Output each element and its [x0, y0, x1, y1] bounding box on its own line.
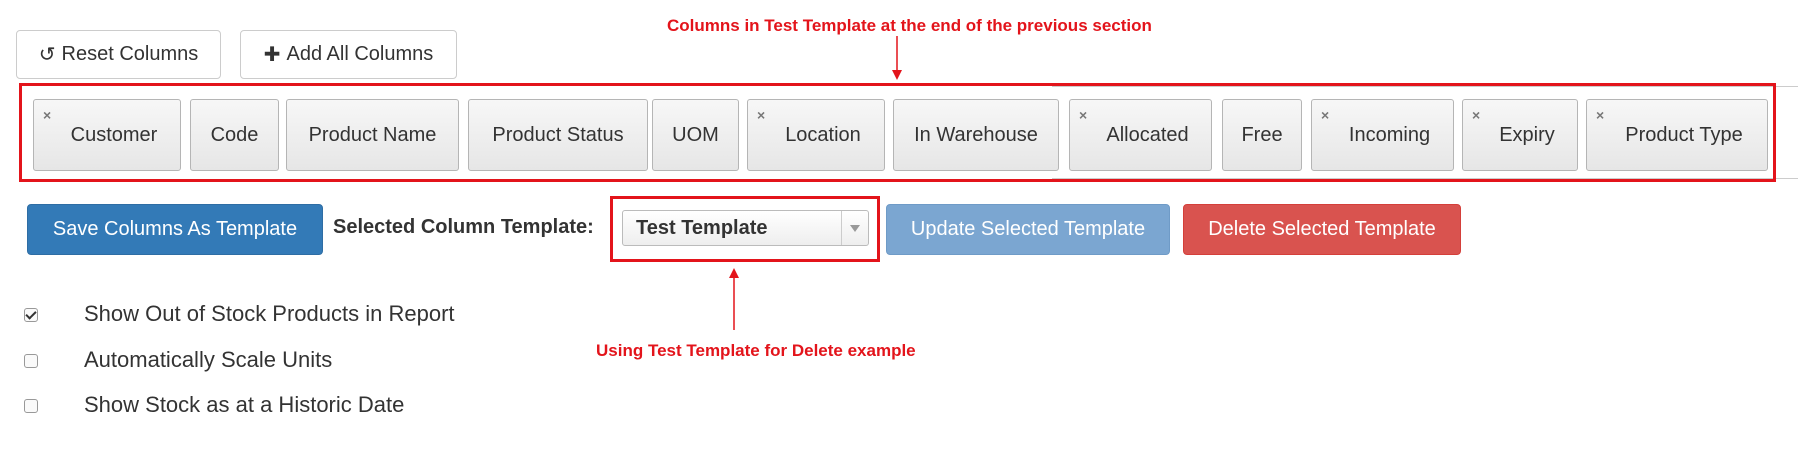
option-automatically-scale-units[interactable]: Automatically Scale Units: [24, 347, 332, 372]
add-all-columns-button[interactable]: ✚ Add All Columns: [240, 30, 457, 79]
undo-icon: ↺: [38, 44, 56, 66]
show-out-of-stock-checkbox[interactable]: [24, 308, 38, 322]
column-template-select[interactable]: Test Template: [622, 210, 869, 246]
column-chip[interactable]: UOM: [652, 99, 739, 171]
column-chip[interactable]: Code: [190, 99, 279, 171]
annotation-delete-example: Using Test Template for Delete example: [596, 341, 916, 360]
column-chip[interactable]: × Allocated: [1069, 99, 1212, 171]
column-chip-label: Free: [1241, 123, 1283, 146]
column-chip[interactable]: Free: [1222, 99, 1302, 171]
automatically-scale-units-checkbox[interactable]: [24, 354, 38, 368]
column-chip-label: Incoming: [1348, 123, 1431, 146]
column-chip-label: Product Type: [1625, 123, 1743, 146]
plus-icon: ✚: [263, 44, 281, 66]
column-chip[interactable]: In Warehouse: [893, 99, 1059, 171]
column-chip-label: Location: [785, 123, 861, 146]
column-chip[interactable]: Product Name: [286, 99, 459, 171]
show-out-of-stock-label: Show Out of Stock Products in Report: [84, 301, 455, 326]
add-all-columns-label: Add All Columns: [286, 43, 434, 65]
column-chip[interactable]: × Product Type: [1586, 99, 1768, 171]
remove-column-icon[interactable]: ×: [1079, 108, 1087, 122]
save-columns-as-template-button[interactable]: Save Columns As Template: [27, 204, 323, 255]
remove-column-icon[interactable]: ×: [757, 108, 765, 122]
column-template-select-value: Test Template: [636, 216, 768, 239]
option-show-stock-historic-date[interactable]: Show Stock as at a Historic Date: [24, 392, 404, 417]
remove-column-icon[interactable]: ×: [1472, 108, 1480, 122]
column-chip-label: In Warehouse: [914, 123, 1038, 146]
column-chip-label: Expiry: [1499, 123, 1555, 146]
automatically-scale-units-label: Automatically Scale Units: [84, 347, 333, 372]
column-chip-label: Product Status: [492, 123, 624, 146]
column-chip[interactable]: × Incoming: [1311, 99, 1454, 171]
column-chip-label: Product Name: [308, 123, 437, 146]
remove-column-icon[interactable]: ×: [1596, 108, 1604, 122]
column-chip-label: Allocated: [1106, 123, 1189, 146]
delete-selected-template-button[interactable]: Delete Selected Template: [1183, 204, 1461, 255]
remove-column-icon[interactable]: ×: [1321, 108, 1329, 122]
option-show-out-of-stock[interactable]: Show Out of Stock Products in Report: [24, 301, 455, 326]
chevron-down-icon: [841, 211, 868, 245]
annotation-arrow-down: [892, 36, 902, 80]
column-chip[interactable]: × Location: [747, 99, 885, 171]
reset-columns-label: Reset Columns: [61, 43, 199, 65]
column-chip-label: Code: [210, 123, 259, 146]
annotation-columns-note: Columns in Test Template at the end of t…: [667, 16, 1152, 35]
remove-column-icon[interactable]: ×: [43, 108, 51, 122]
column-chip[interactable]: × Customer: [33, 99, 181, 171]
selected-column-template-label: Selected Column Template:: [333, 216, 594, 238]
column-chip[interactable]: × Expiry: [1462, 99, 1578, 171]
column-chip-label: UOM: [672, 123, 719, 146]
reset-columns-button[interactable]: ↺ Reset Columns: [16, 30, 221, 79]
column-chip-label: Customer: [70, 123, 158, 146]
show-stock-historic-date-label: Show Stock as at a Historic Date: [84, 392, 405, 417]
update-selected-template-button[interactable]: Update Selected Template: [886, 204, 1170, 255]
column-chip[interactable]: Product Status: [468, 99, 648, 171]
show-stock-historic-date-checkbox[interactable]: [24, 399, 38, 413]
annotation-arrow-up: [729, 268, 739, 330]
